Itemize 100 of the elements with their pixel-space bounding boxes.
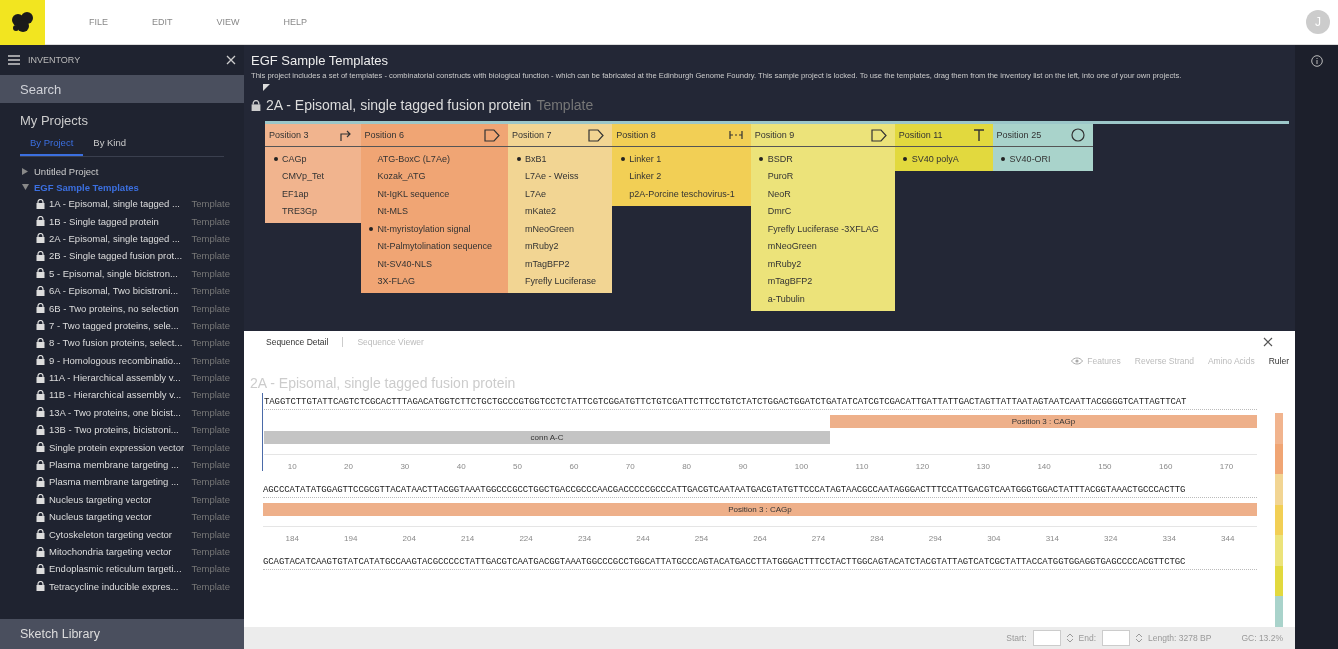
part-option[interactable]: SV40-ORI — [996, 150, 1078, 168]
template-item[interactable]: 11B - Hierarchical assembly v... — [49, 389, 182, 401]
part-option[interactable]: mTagBFP2 — [754, 272, 879, 290]
ruler-tick: 264 — [753, 534, 767, 543]
start-field[interactable] — [1032, 630, 1061, 646]
template-tag: Template — [191, 563, 244, 575]
panel-tab[interactable]: Sequence Detail — [266, 337, 344, 347]
ruler-tick: 314 — [1045, 534, 1059, 543]
feature-bar[interactable]: Position 3 : CAGp — [830, 415, 1257, 428]
lock-icon — [36, 459, 45, 470]
template-tag: Template — [191, 215, 244, 227]
part-option[interactable]: mRuby2 — [754, 255, 879, 273]
part-option[interactable]: Nt-SV40-NLS — [364, 255, 493, 273]
part-option[interactable]: Nt-Palmytolination sequence — [364, 237, 493, 255]
part-option[interactable]: Linker 2 — [616, 167, 735, 185]
info-icon[interactable] — [1310, 55, 1323, 67]
template-item[interactable]: 7 - Two tagged proteins, sele... — [49, 319, 179, 331]
feature-bar[interactable]: conn A-C — [264, 431, 830, 444]
position-name: Position 6 — [364, 130, 405, 140]
template-item[interactable]: 11A - Hierarchical assembly v... — [49, 372, 181, 384]
template-item[interactable]: Endoplasmic reticulum targeti... — [49, 563, 182, 575]
lock-icon — [36, 546, 45, 557]
view-option[interactable]: Ruler — [1268, 356, 1289, 366]
part-option[interactable]: ATG-BoxC (L7Ae) — [364, 150, 493, 168]
part-option[interactable]: CMVp_Tet — [269, 167, 345, 185]
lock-icon — [36, 198, 45, 209]
part-option[interactable]: SV40 polyA — [898, 150, 977, 168]
lock-icon — [36, 268, 45, 279]
template-item[interactable]: 1B - Single tagged protein — [49, 215, 159, 227]
part-option[interactable]: CAGp — [269, 150, 345, 168]
part-option[interactable]: BSDR — [754, 150, 879, 168]
menu-item[interactable]: EDIT — [152, 17, 173, 27]
part-option[interactable]: a-Tubulin — [754, 290, 879, 308]
sidebar-tab[interactable]: By Project — [20, 134, 84, 156]
part-option[interactable]: TRE3Gp — [269, 202, 345, 220]
template-tag: Template — [191, 319, 244, 331]
app-logo[interactable] — [0, 0, 45, 45]
template-tag: Template — [191, 372, 244, 384]
lock-icon — [36, 285, 45, 296]
template-item[interactable]: 1A - Episomal, single tagged ... — [49, 198, 180, 210]
part-option[interactable]: mKate2 — [512, 202, 597, 220]
template-item[interactable]: 6A - Episomal, Two bicistroni... — [49, 285, 179, 297]
part-option[interactable]: p2A-Porcine teschovirus-1 — [616, 185, 735, 203]
template-item[interactable]: 6B - Two proteins, no selection — [49, 302, 179, 314]
template-item[interactable]: Single protein expression vector — [49, 441, 185, 453]
part-option[interactable]: mNeoGreen — [512, 220, 597, 238]
template-item[interactable]: Plasma membrane targeting ... — [49, 476, 179, 488]
ruler-tick: 20 — [344, 462, 353, 471]
part-option[interactable]: Nt-myristoylation signal — [364, 220, 493, 238]
part-option[interactable]: Nt-IgKL sequence — [364, 185, 493, 203]
template-item[interactable]: Nucleus targeting vector — [49, 493, 152, 505]
template-item[interactable]: 13A - Two proteins, one bicist... — [49, 406, 181, 418]
template-item[interactable]: Mitochondria targeting vector — [49, 546, 172, 557]
feature-bar[interactable]: Position 3 : CAGp — [263, 503, 1257, 516]
template-item[interactable]: 13B - Two proteins, bicistroni... — [49, 424, 179, 436]
sketch-library-bar[interactable]: Sketch Library — [0, 619, 244, 649]
template-item[interactable]: Nucleus targeting vector — [49, 511, 152, 523]
part-option[interactable]: EF1ap — [269, 185, 345, 203]
lock-icon — [36, 476, 45, 487]
search-field[interactable]: Search — [0, 75, 244, 103]
lock-icon — [36, 355, 45, 366]
template-item[interactable]: Plasma membrane targeting ... — [49, 459, 179, 471]
template-item[interactable]: 5 - Episomal, single bicistron... — [49, 267, 178, 279]
template-item[interactable]: 9 - Homologous recombinatio... — [49, 354, 181, 366]
menu-icon[interactable] — [8, 55, 20, 65]
ruler-tick: 10 — [287, 462, 297, 471]
position-name: Position 9 — [754, 130, 795, 140]
sidebar-tab[interactable]: By Kind — [83, 134, 137, 156]
template-item[interactable]: Cytoskeleton targeting vector — [49, 528, 173, 540]
part-option[interactable]: Nt-MLS — [364, 202, 493, 220]
part-option[interactable]: DmrC — [754, 202, 879, 220]
part-option[interactable]: BxB1 — [512, 150, 597, 168]
part-option[interactable]: 3X-FLAG — [364, 272, 493, 290]
part-option[interactable]: mNeoGreen — [754, 237, 879, 255]
lock-icon — [36, 250, 45, 261]
template-item[interactable]: 8 - Two fusion proteins, select... — [49, 337, 183, 349]
template-tag: Template — [191, 389, 244, 401]
template-item[interactable]: Tetracycline inducible expres... — [49, 580, 179, 592]
lock-icon — [36, 407, 45, 418]
part-option[interactable]: Fyrefly Luciferase -3XFLAG — [754, 220, 879, 238]
corner-icon — [263, 84, 270, 91]
template-item[interactable]: 2A - Episomal, single tagged ... — [49, 232, 180, 244]
position-name: Position 7 — [512, 130, 552, 140]
close-icon[interactable] — [1263, 337, 1273, 347]
menu-item[interactable]: VIEW — [216, 17, 240, 27]
menu-item[interactable]: HELP — [283, 17, 308, 27]
part-option[interactable]: Kozak_ATG — [364, 167, 493, 185]
menu-item[interactable]: FILE — [89, 17, 108, 27]
part-option[interactable]: Fyrefly Luciferase — [512, 272, 597, 290]
part-option[interactable]: mTagBFP2 — [512, 255, 597, 273]
part-option[interactable]: L7Ae - Weiss — [512, 167, 597, 185]
template-tag: Template — [536, 97, 594, 113]
part-option[interactable]: PuroR — [754, 167, 879, 185]
part-option[interactable]: Linker 1 — [616, 150, 735, 168]
template-item[interactable]: 2B - Single tagged fusion prot... — [49, 250, 183, 262]
end-field[interactable] — [1102, 630, 1131, 646]
part-option[interactable]: mRuby2 — [512, 237, 597, 255]
project-item[interactable]: Untitled Project — [22, 163, 244, 179]
part-option[interactable]: L7Ae — [512, 185, 597, 203]
part-option[interactable]: NeoR — [754, 185, 879, 203]
